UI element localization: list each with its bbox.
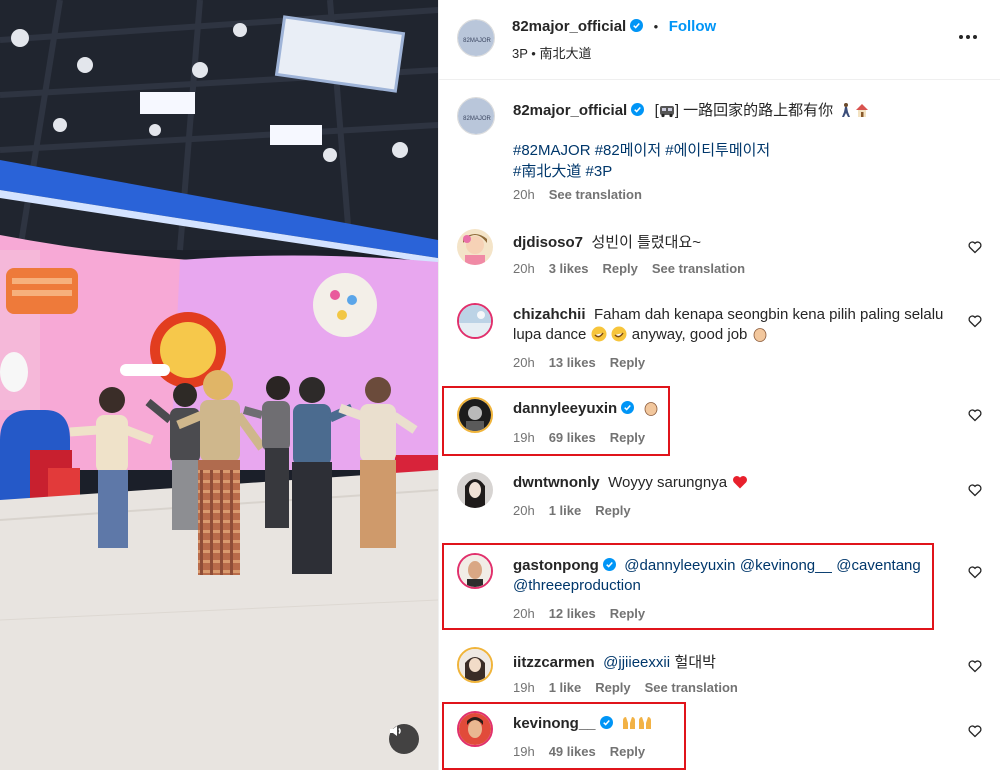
- caption-avatar[interactable]: 82MAJOR: [457, 97, 495, 135]
- author-username[interactable]: 82major_official: [512, 18, 626, 35]
- heart-icon[interactable]: [968, 659, 982, 673]
- comment-meta: 19h 69 likes Reply: [513, 430, 646, 445]
- sound-toggle-button[interactable]: [389, 724, 419, 754]
- comment-username[interactable]: djdisoso7: [513, 234, 583, 251]
- caption-time: 20h: [513, 187, 535, 202]
- comment-username[interactable]: dwntwnonly: [513, 474, 600, 491]
- separator-dot: •: [653, 19, 659, 34]
- post-header: 82MAJOR 82major_official • Follow 3P • 南…: [439, 0, 1000, 80]
- heart-icon[interactable]: [968, 408, 982, 422]
- commenter-avatar[interactable]: [457, 553, 493, 589]
- heart-icon[interactable]: [968, 314, 982, 328]
- comment-5-line-2: @threeeproduction: [513, 577, 641, 595]
- commenter-avatar[interactable]: [457, 711, 493, 747]
- comment-meta: 20h 3 likes Reply See translation: [513, 261, 746, 276]
- comment-meta: 19h 49 likes Reply: [513, 744, 646, 759]
- comment-username[interactable]: chizahchii: [513, 306, 586, 323]
- person-walking-emoji-icon: [841, 103, 850, 117]
- author-avatar[interactable]: 82MAJOR: [457, 19, 495, 57]
- commenter-avatar[interactable]: [457, 229, 493, 265]
- caption-hashtags-line-1[interactable]: #82MAJOR #82메이저 #에이티투메이저: [513, 139, 770, 160]
- comment-1: djdisoso7 성빈이 틀렸대요~: [513, 231, 701, 252]
- comment-4: dwntwnonly Woyyy sarungnya: [513, 474, 748, 492]
- verified-icon: [631, 103, 645, 116]
- verified-icon: [602, 558, 616, 571]
- comment-text: 헐대박: [674, 654, 716, 671]
- caption-hashtags-line-2[interactable]: #南北大道 #3P: [513, 160, 612, 181]
- comment-text: Faham dah kenapa seongbin kena pilih pal…: [593, 306, 944, 323]
- verified-icon: [599, 716, 613, 729]
- sound-icon: [390, 726, 401, 736]
- comment-text: 성빈이 틀렸대요~: [591, 234, 701, 251]
- post-location[interactable]: 3P • 南北大道: [512, 43, 591, 62]
- comment-5: gastonpong @dannyleeyuxin @kevinong__ @c…: [513, 557, 921, 575]
- heart-icon[interactable]: [968, 483, 982, 497]
- see-translation-link[interactable]: See translation: [549, 187, 642, 202]
- rofl-emoji-icon: [611, 326, 627, 342]
- svg-text:82MAJOR: 82MAJOR: [463, 38, 491, 44]
- verified-icon: [621, 401, 635, 414]
- clapping-hands-emoji-icon: [644, 402, 658, 416]
- raising-hands-emoji-icon: [638, 717, 651, 729]
- mention-link[interactable]: @threeeproduction: [513, 577, 641, 594]
- video-frame: [0, 0, 438, 770]
- comment-meta: 19h 1 like Reply See translation: [513, 680, 738, 695]
- comment-3: dannyleeyuxin: [513, 400, 659, 418]
- more-icon: [959, 35, 977, 39]
- commenter-avatar[interactable]: [457, 397, 493, 433]
- post-media-video[interactable]: [0, 0, 438, 770]
- caption-username[interactable]: 82major_official: [513, 102, 627, 119]
- comment-username[interactable]: iitzzcarmen: [513, 654, 595, 671]
- comment-username[interactable]: dannyleeyuxin: [513, 400, 617, 417]
- comment-2-line-2: lupa dance anyway, good job: [513, 326, 768, 344]
- svg-text:82MAJOR: 82MAJOR: [463, 116, 491, 122]
- comment-meta: 20h 13 likes Reply: [513, 355, 646, 370]
- comment-2: chizahchii Faham dah kenapa seongbin ken…: [513, 306, 943, 324]
- more-options-button[interactable]: [957, 30, 979, 44]
- comment-6: iitzzcarmen @jjiieexxii 헐대박: [513, 651, 716, 672]
- comment-text: Woyyy sarungnya: [608, 474, 728, 491]
- comment-meta: 20h 12 likes Reply: [513, 606, 646, 621]
- commenter-avatar[interactable]: [457, 647, 493, 683]
- heart-icon[interactable]: [968, 565, 982, 579]
- comments-panel: 82MAJOR 82major_official • Follow 3P • 南…: [438, 0, 1000, 770]
- rofl-emoji-icon: [591, 326, 607, 342]
- raising-hands-emoji-icon: [622, 717, 635, 729]
- comment-7: kevinong__: [513, 715, 653, 733]
- heart-icon[interactable]: [968, 724, 982, 738]
- house-emoji-icon: [855, 104, 868, 117]
- caption: 82major_official [] 一路回家的路上都有你: [513, 99, 870, 120]
- comment-username[interactable]: gastonpong: [513, 557, 599, 574]
- van-emoji-icon: [659, 106, 674, 118]
- red-heart-emoji-icon: [732, 476, 747, 489]
- caption-meta: 20h See translation: [513, 187, 656, 202]
- comment-meta: 20h 1 like Reply: [513, 503, 631, 518]
- mention-link[interactable]: @jjiieexxii: [603, 654, 670, 671]
- heart-icon[interactable]: [968, 240, 982, 254]
- mention-link[interactable]: @kevinong__: [740, 557, 832, 574]
- clapping-hands-emoji-icon: [753, 328, 767, 342]
- follow-button[interactable]: Follow: [669, 18, 717, 35]
- verified-icon: [630, 19, 644, 32]
- mention-link[interactable]: @caventang: [836, 557, 920, 574]
- commenter-avatar[interactable]: [457, 472, 493, 508]
- commenter-avatar[interactable]: [457, 303, 493, 339]
- mention-link[interactable]: @dannyleeyuxin: [624, 557, 735, 574]
- comment-username[interactable]: kevinong__: [513, 715, 596, 732]
